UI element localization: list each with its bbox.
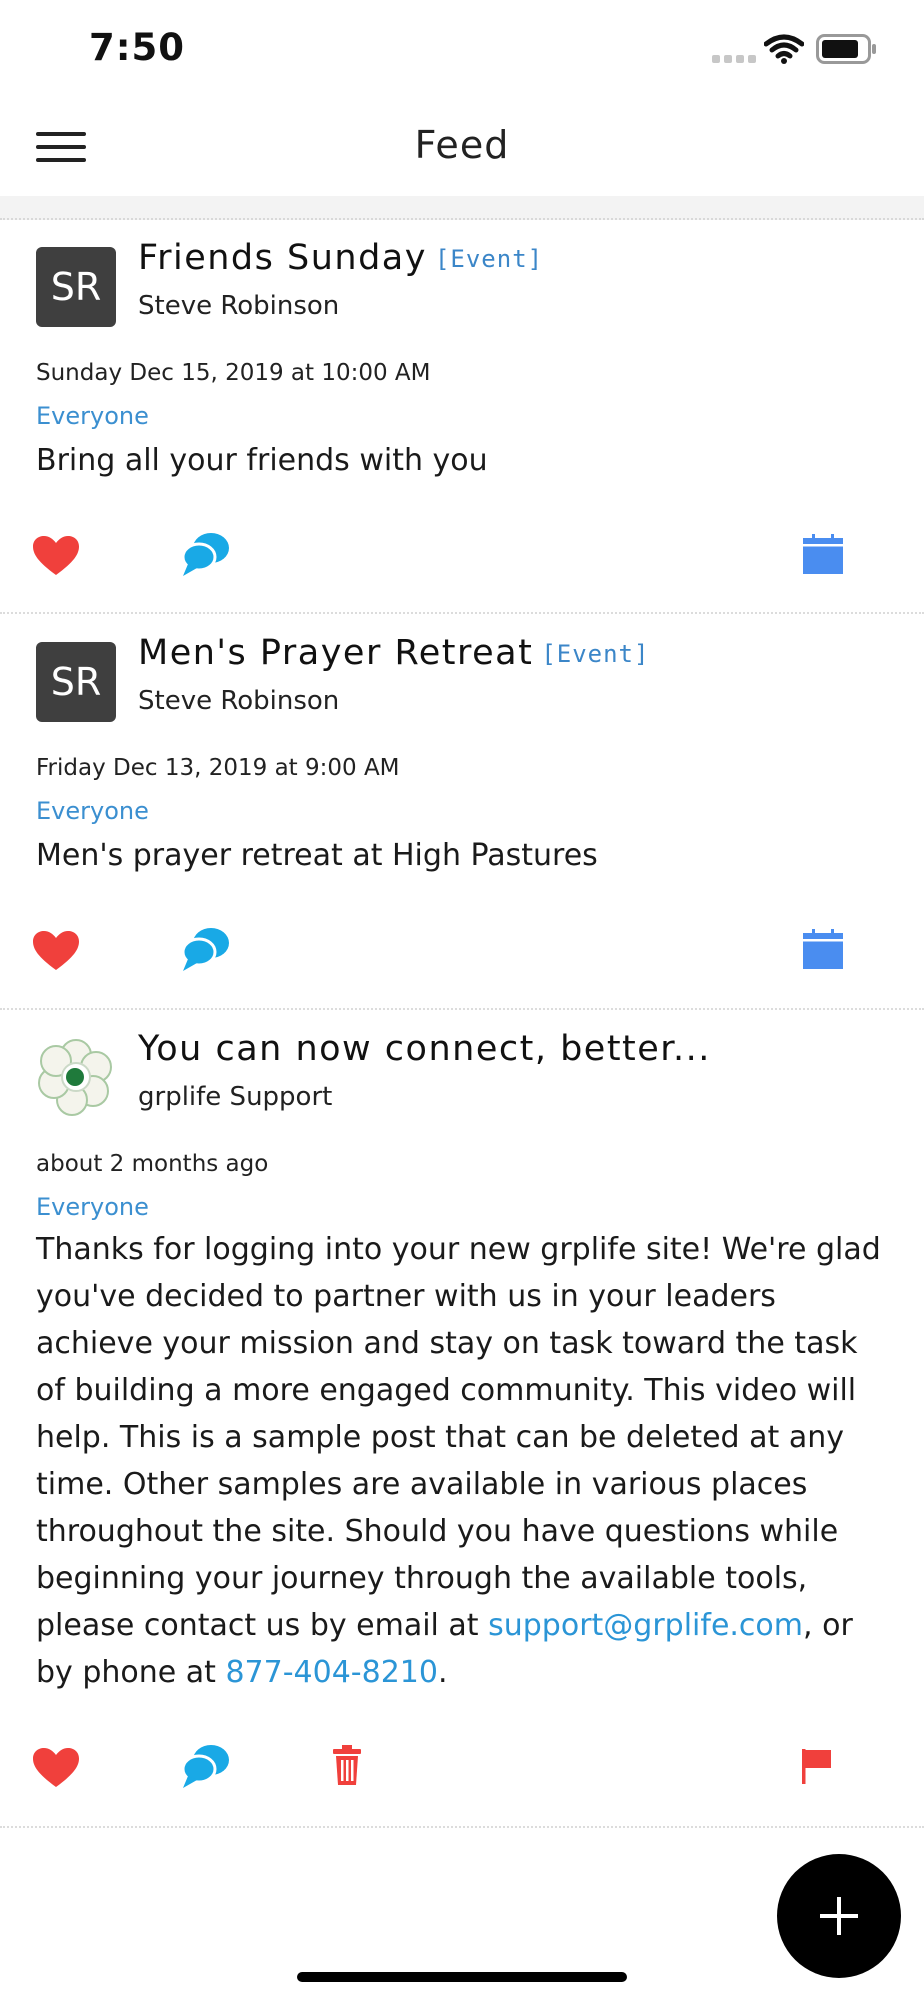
post-divider [0,612,924,614]
heart-icon[interactable] [32,930,80,972]
post-divider [0,1826,924,1828]
post-date: Friday Dec 13, 2019 at 9:00 AM [36,755,400,781]
post-audience[interactable]: Everyone [36,1193,149,1221]
post-date: about 2 months ago [36,1151,269,1177]
post-title[interactable]: Men's Prayer Retreat [Event] [138,633,649,673]
comment-icon[interactable] [180,925,230,973]
post-audience[interactable]: Everyone [36,402,149,430]
flag-icon[interactable] [800,1747,834,1785]
status-time: 7:50 [89,26,186,69]
battery-icon [816,34,876,64]
calendar-icon[interactable] [802,533,844,575]
avatar[interactable]: SR [36,247,116,327]
header-separator [0,196,924,220]
post-title[interactable]: You can now connect, better... [138,1029,711,1069]
compose-button[interactable] [777,1854,901,1978]
page-title: Feed [414,123,510,167]
post-body: Men's prayer retreat at High Pastures [36,838,598,873]
event-tag: [Event] [434,245,544,273]
post-author[interactable]: Steve Robinson [138,291,339,321]
heart-icon[interactable] [32,1747,80,1789]
avatar[interactable]: SR [36,642,116,722]
calendar-icon[interactable] [802,928,844,970]
wifi-icon [764,34,804,64]
comment-icon[interactable] [180,1742,230,1790]
post-body-text: . [437,1655,448,1690]
post-body: Thanks for logging into your new grplife… [36,1226,886,1696]
post-audience[interactable]: Everyone [36,797,149,825]
email-link[interactable]: support@grplife.com [488,1608,803,1643]
post-date: Sunday Dec 15, 2019 at 10:00 AM [36,360,431,386]
post-title-text: Men's Prayer Retreat [138,633,534,673]
post-author[interactable]: grplife Support [138,1082,332,1112]
post-divider [0,1008,924,1010]
event-tag: [Event] [541,640,650,668]
cellular-signal-icon [712,55,756,63]
phone-link[interactable]: 877-404-8210 [225,1655,438,1690]
flower-avatar-icon[interactable] [36,1037,116,1117]
post-body-text: Thanks for logging into your new grplife… [36,1232,881,1643]
post-body: Bring all your friends with you [36,443,488,478]
post-author[interactable]: Steve Robinson [138,686,339,716]
post-title[interactable]: Friends Sunday [Event] [138,238,543,278]
status-bar: 7:50 [0,0,924,100]
heart-icon[interactable] [32,535,80,577]
trash-icon[interactable] [332,1744,362,1786]
post-title-text: Friends Sunday [138,238,427,278]
comment-icon[interactable] [180,530,230,578]
home-indicator [297,1972,627,1982]
